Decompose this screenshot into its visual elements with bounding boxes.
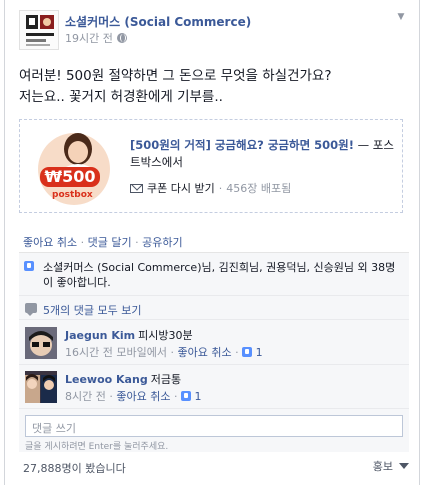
caret-down-icon	[399, 463, 409, 469]
resend-coupon-link[interactable]: 쿠폰 다시 받기	[147, 180, 215, 196]
commenter-avatar[interactable]	[25, 371, 57, 403]
offer-card[interactable]: ₩500 postbox [500원의 거적] 궁금해요? 궁금하면 500원!…	[19, 119, 403, 213]
likes-text[interactable]: 소셜커머스 (Social Commerce)님, 김진희님, 권용덕님, 신승…	[43, 260, 401, 290]
view-count: 27,888명이 봤습니다	[23, 462, 126, 475]
coupon-brand: postbox	[52, 190, 93, 200]
comment-text: 저금통	[150, 373, 182, 386]
commenter-name: Jaegun Kim 피시방30분	[65, 327, 193, 343]
promote-button[interactable]: 홍보	[373, 458, 409, 474]
post-meta: 19시간 전	[65, 30, 127, 46]
commenter-name-link[interactable]: Leewoo Kang	[65, 373, 148, 386]
like-thumb-icon	[242, 347, 253, 357]
comment-link[interactable]: 댓글 달기	[88, 236, 132, 249]
feedback-area: 소셜커머스 (Social Commerce)님, 김진희님, 권용덕님, 신승…	[19, 252, 409, 452]
comment-like-count[interactable]: 1	[194, 390, 201, 403]
comment-like-count[interactable]: 1	[256, 346, 263, 359]
post-message: 여러분! 500원 절약하면 그 돈으로 무엇을 하실건가요? 저는요.. 꽃거…	[19, 66, 409, 108]
page-avatar[interactable]	[19, 10, 59, 50]
post-timestamp[interactable]: 19시간 전	[65, 30, 113, 46]
author-name[interactable]: 소셜커머스 (Social Commerce)	[65, 13, 251, 30]
offer-action: 쿠폰 다시 받기 · 456장 배포됨	[130, 180, 291, 196]
share-link[interactable]: 공유하기	[142, 236, 182, 249]
promote-label: 홍보	[372, 460, 393, 473]
view-all-comments-link[interactable]: 5개의 댓글 모두 보기	[43, 302, 141, 318]
unlike-link[interactable]: 좋아요 취소	[23, 236, 77, 249]
commenter-avatar[interactable]	[25, 327, 57, 359]
coupons-issued: 456장 배포됨	[226, 182, 292, 195]
story-footer: 27,888명이 봤습니다 홍보	[19, 453, 409, 477]
comment-item: Jaegun Kim 피시방30분 16시간 전 모바일에서 · 좋아요 취소 ·…	[19, 323, 409, 365]
likes-sentence: 소셜커머스 (Social Commerce)님, 김진희님, 권용덕님, 신승…	[19, 258, 409, 296]
comment-via: 모바일에서	[116, 346, 167, 359]
post-text-line-1: 여러분! 500원 절약하면 그 돈으로 무엇을 하실건가요?	[19, 68, 332, 84]
offer-title-text[interactable]: [500원의 거적] 궁금해요? 궁금하면 500원!	[130, 138, 354, 152]
comment-text: 피시방30분	[138, 329, 193, 342]
coupon-image[interactable]: ₩500 postbox	[30, 127, 118, 207]
comment-item: Leewoo Kang 저금통 8시간 전 · 좋아요 취소 · 1	[19, 367, 409, 409]
comment-unlike-link[interactable]: 좋아요 취소	[177, 346, 231, 359]
comment-time[interactable]: 16시간 전	[65, 346, 113, 359]
like-thumb-icon	[180, 391, 191, 401]
commenter-name: Leewoo Kang 저금통	[65, 371, 181, 387]
globe-icon[interactable]	[116, 33, 127, 43]
like-thumb-icon	[24, 261, 34, 271]
chevron-down-icon[interactable]: ▼	[393, 12, 409, 24]
comment-bubble-icon	[25, 303, 37, 316]
story-header: 소셜커머스 (Social Commerce) 19시간 전 ▼	[19, 10, 409, 50]
post-text-line-2: 저는요.. 꽃거지 허경환에게 기부를..	[19, 89, 223, 105]
story-card: 소셜커머스 (Social Commerce) 19시간 전 ▼ 여러분! 50…	[4, 0, 420, 485]
envelope-icon	[130, 183, 143, 193]
comment-time[interactable]: 8시간 전	[65, 390, 106, 403]
comment-meta: 8시간 전 · 좋아요 취소 · 1	[65, 390, 202, 403]
view-all-comments-row[interactable]: 5개의 댓글 모두 보기	[19, 298, 409, 320]
coupon-value: ₩500	[44, 167, 96, 186]
story-actions: 좋아요 취소 · 댓글 달기 · 공유하기	[23, 236, 183, 249]
comment-meta: 16시간 전 모바일에서 · 좋아요 취소 · 1	[65, 346, 263, 359]
comment-input[interactable]: 댓글 쓰기	[25, 415, 403, 437]
reply-hint: 글을 게시하려면 Enter를 눌러주세요.	[25, 442, 169, 452]
reply-area: 댓글 쓰기 글을 게시하려면 Enter를 눌러주세요.	[19, 411, 409, 453]
comment-unlike-link[interactable]: 좋아요 취소	[116, 390, 170, 403]
offer-title[interactable]: [500원의 거적] 궁금해요? 궁금하면 500원! — 포스트박스에서	[130, 137, 398, 171]
commenter-name-link[interactable]: Jaegun Kim	[65, 329, 135, 342]
